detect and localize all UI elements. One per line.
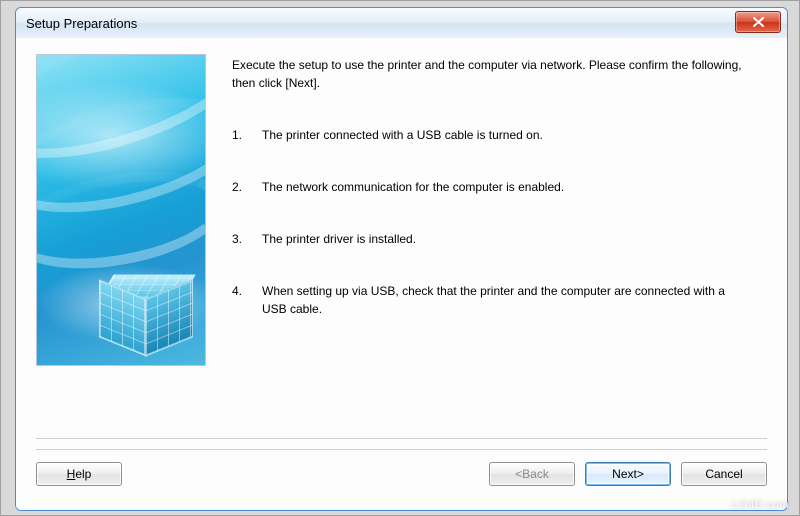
step-number: 2. bbox=[232, 178, 250, 196]
step-number: 3. bbox=[232, 230, 250, 248]
separator bbox=[36, 449, 767, 450]
intro-text: Execute the setup to use the printer and… bbox=[232, 56, 752, 92]
step-item: 3. The printer driver is installed. bbox=[232, 230, 752, 248]
step-text: When setting up via USB, check that the … bbox=[262, 282, 752, 318]
step-text: The printer connected with a USB cable i… bbox=[262, 126, 543, 144]
step-item: 2. The network communication for the com… bbox=[232, 178, 752, 196]
step-item: 1. The printer connected with a USB cabl… bbox=[232, 126, 752, 144]
setup-dialog: Setup Preparations bbox=[15, 7, 788, 511]
step-number: 4. bbox=[232, 282, 250, 318]
help-label-rest: elp bbox=[75, 467, 91, 481]
step-list: 1. The printer connected with a USB cabl… bbox=[232, 126, 767, 318]
instruction-column: Execute the setup to use the printer and… bbox=[232, 54, 767, 434]
button-row: Help <Back Next> Cancel bbox=[36, 462, 767, 486]
help-accelerator: H bbox=[67, 467, 76, 481]
back-button[interactable]: <Back bbox=[489, 462, 575, 486]
step-text: The printer driver is installed. bbox=[262, 230, 416, 248]
wizard-illustration bbox=[36, 54, 206, 366]
step-number: 1. bbox=[232, 126, 250, 144]
next-button[interactable]: Next> bbox=[585, 462, 671, 486]
titlebar: Setup Preparations bbox=[16, 8, 787, 39]
step-text: The network communication for the comput… bbox=[262, 178, 564, 196]
help-button[interactable]: Help bbox=[36, 462, 122, 486]
close-button[interactable] bbox=[735, 11, 781, 33]
close-icon bbox=[753, 17, 764, 27]
separator bbox=[36, 438, 767, 439]
cancel-button[interactable]: Cancel bbox=[681, 462, 767, 486]
step-item: 4. When setting up via USB, check that t… bbox=[232, 282, 752, 318]
client-area: Execute the setup to use the printer and… bbox=[16, 38, 787, 510]
cube-graphic bbox=[99, 265, 195, 351]
window-title: Setup Preparations bbox=[26, 16, 137, 31]
screenshot-frame: Setup Preparations bbox=[0, 0, 800, 516]
content-row: Execute the setup to use the printer and… bbox=[36, 54, 767, 434]
